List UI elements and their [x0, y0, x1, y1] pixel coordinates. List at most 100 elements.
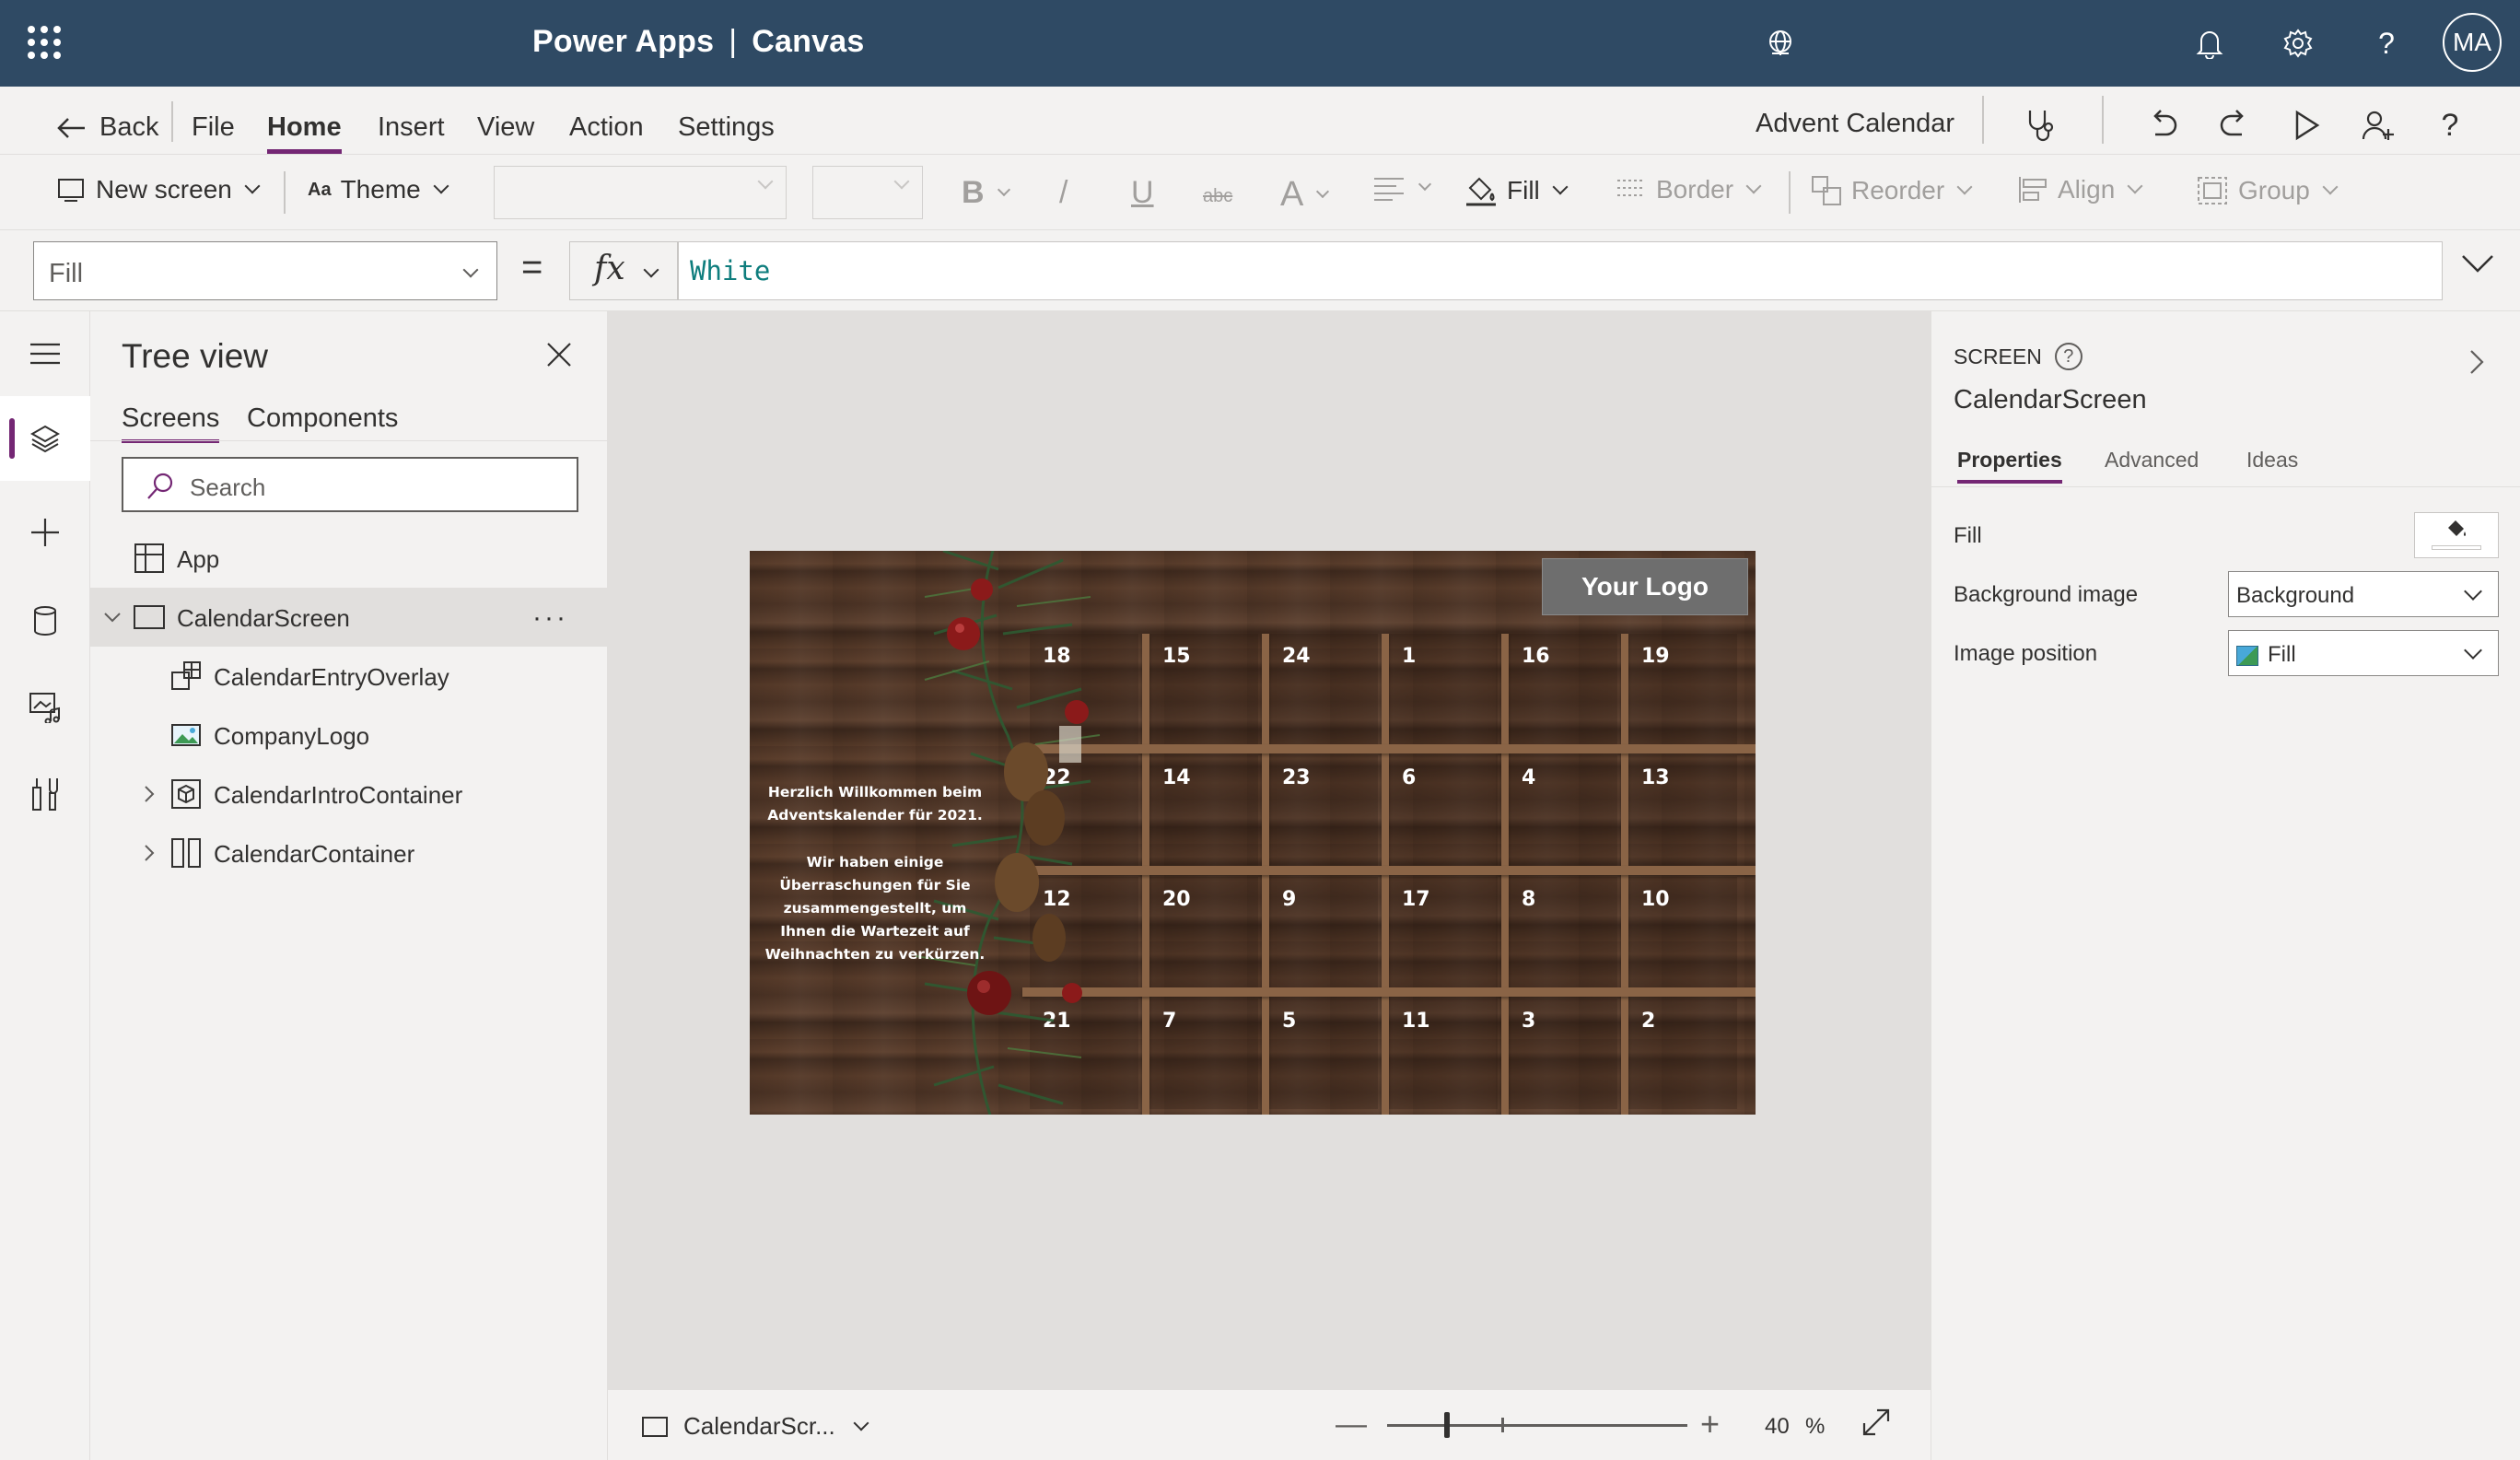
- new-screen-button[interactable]: New screen: [57, 175, 261, 204]
- calendar-door[interactable]: 4: [1509, 755, 1617, 866]
- zoom-out-button[interactable]: —: [1336, 1407, 1367, 1442]
- media-icon[interactable]: [0, 665, 90, 750]
- calendar-door[interactable]: 5: [1269, 999, 1378, 1109]
- zoom-slider-track[interactable]: [1387, 1424, 1687, 1427]
- more-options-icon[interactable]: ···: [532, 602, 568, 634]
- tree-node-calendarintrocontainer[interactable]: CalendarIntroContainer: [90, 765, 608, 823]
- tree-view-layers-icon[interactable]: [0, 396, 90, 481]
- tab-screens[interactable]: Screens: [122, 403, 220, 443]
- back-button[interactable]: Back: [55, 112, 158, 143]
- tab-components[interactable]: Components: [247, 403, 398, 434]
- calendar-door[interactable]: 16: [1509, 634, 1617, 744]
- expand-formula-icon[interactable]: [2459, 252, 2503, 289]
- control-name[interactable]: CalendarScreen: [1954, 385, 2147, 415]
- tab-advanced[interactable]: Advanced: [2105, 448, 2199, 473]
- font-family-select[interactable]: [494, 166, 787, 219]
- calendar-door[interactable]: 23: [1269, 755, 1378, 866]
- help-icon[interactable]: ?: [2363, 20, 2409, 66]
- fit-to-window-icon[interactable]: [1861, 1407, 1897, 1443]
- help-icon[interactable]: ?: [2426, 101, 2474, 149]
- calendar-door[interactable]: 14: [1149, 755, 1258, 866]
- menu-settings[interactable]: Settings: [678, 112, 775, 143]
- environment-globe-icon[interactable]: [1757, 20, 1803, 66]
- fx-button[interactable]: fx: [569, 241, 678, 300]
- menu-view[interactable]: View: [477, 112, 534, 143]
- reorder-button[interactable]: Reorder: [1811, 175, 1973, 206]
- insert-plus-icon[interactable]: [0, 490, 90, 575]
- calendar-door[interactable]: 19: [1628, 634, 1737, 744]
- company-logo[interactable]: Your Logo: [1542, 558, 1748, 615]
- canvas-area[interactable]: 18 15 24 1 16 19 22 14 23 6 4 13 12 20 9 17 8 10 21 7 5 11 3 2: [608, 311, 1931, 1389]
- align-icon: [2019, 177, 2047, 203]
- menu-insert[interactable]: Insert: [378, 112, 445, 143]
- hamburger-menu-icon[interactable]: [0, 311, 90, 396]
- underline-button[interactable]: U: [1131, 175, 1154, 211]
- zoom-value[interactable]: 40: [1765, 1414, 1790, 1440]
- tab-ideas[interactable]: Ideas: [2246, 448, 2298, 473]
- calendar-screen-preview[interactable]: 18 15 24 1 16 19 22 14 23 6 4 13 12 20 9 17 8 10 21 7 5 11 3 2: [750, 551, 1756, 1115]
- calendar-door[interactable]: 24: [1269, 634, 1378, 744]
- formula-input[interactable]: White: [678, 241, 2443, 300]
- preview-play-icon[interactable]: [2282, 101, 2330, 149]
- tree-node-companylogo[interactable]: CompanyLogo: [90, 706, 608, 765]
- calendar-door[interactable]: 8: [1509, 877, 1617, 987]
- undo-icon[interactable]: [2139, 101, 2187, 149]
- tree-node-app[interactable]: App: [90, 529, 608, 588]
- background-image-select[interactable]: Background: [2228, 571, 2499, 617]
- property-select[interactable]: Fill: [33, 241, 497, 300]
- menu-action[interactable]: Action: [569, 112, 644, 143]
- strikethrough-button[interactable]: abc: [1203, 186, 1232, 207]
- app-launcher-icon[interactable]: [28, 26, 61, 59]
- font-size-button[interactable]: A: [1280, 175, 1330, 215]
- theme-button[interactable]: Aa Theme: [308, 175, 449, 204]
- group-button[interactable]: Group: [2196, 175, 2339, 206]
- italic-button[interactable]: /: [1059, 175, 1068, 211]
- menu-file[interactable]: File: [192, 112, 235, 143]
- tree-node-calendarentryoverlay[interactable]: CalendarEntryOverlay: [90, 647, 608, 706]
- calendar-door[interactable]: 6: [1389, 755, 1498, 866]
- font-size-select[interactable]: [812, 166, 923, 219]
- calendar-door[interactable]: 10: [1628, 877, 1737, 987]
- zoom-in-button[interactable]: +: [1700, 1405, 1720, 1443]
- redo-icon[interactable]: [2211, 101, 2258, 149]
- calendar-door[interactable]: 7: [1149, 999, 1258, 1109]
- close-icon[interactable]: [545, 341, 582, 378]
- calendar-door[interactable]: 9: [1269, 877, 1378, 987]
- chevron-down-icon[interactable]: [101, 606, 123, 628]
- chevron-right-icon[interactable]: [138, 842, 160, 864]
- text-align-button[interactable]: [1372, 175, 1432, 201]
- settings-icon[interactable]: [2275, 20, 2321, 66]
- screen-selector[interactable]: CalendarScr...: [641, 1412, 869, 1441]
- menu-home[interactable]: Home: [267, 112, 342, 154]
- calendar-door[interactable]: 3: [1509, 999, 1617, 1109]
- border-button[interactable]: Border: [1616, 175, 1762, 204]
- chevron-right-icon[interactable]: [2466, 348, 2493, 376]
- calendar-door[interactable]: 17: [1389, 877, 1498, 987]
- calendar-door-number: 9: [1282, 888, 1297, 911]
- fill-button[interactable]: Fill: [1464, 175, 1569, 206]
- properties-type: SCREEN ?: [1954, 343, 2082, 370]
- share-icon[interactable]: [2354, 101, 2402, 149]
- notifications-icon[interactable]: [2187, 20, 2233, 66]
- tree-node-calendarscreen[interactable]: CalendarScreen ···: [90, 588, 608, 647]
- user-avatar[interactable]: MA: [2443, 13, 2502, 72]
- search-input[interactable]: Search: [122, 457, 578, 512]
- bold-button[interactable]: B: [962, 175, 1010, 211]
- tab-properties[interactable]: Properties: [1957, 448, 2062, 484]
- app-checker-icon[interactable]: [2017, 101, 2065, 149]
- calendar-door[interactable]: 2: [1628, 999, 1737, 1109]
- advanced-tools-icon[interactable]: [0, 752, 90, 836]
- help-icon[interactable]: ?: [2054, 343, 2082, 370]
- image-position-select[interactable]: Fill: [2228, 630, 2499, 676]
- calendar-door[interactable]: 20: [1149, 877, 1258, 987]
- align-button[interactable]: Align: [2017, 175, 2143, 204]
- tree-node-calendarcontainer[interactable]: CalendarContainer: [90, 823, 608, 882]
- zoom-slider-thumb[interactable]: [1444, 1412, 1450, 1438]
- data-cylinder-icon[interactable]: [0, 578, 90, 663]
- calendar-door[interactable]: 11: [1389, 999, 1498, 1109]
- calendar-door[interactable]: 13: [1628, 755, 1737, 866]
- chevron-right-icon[interactable]: [138, 783, 160, 805]
- calendar-door[interactable]: 1: [1389, 634, 1498, 744]
- calendar-door[interactable]: 15: [1149, 634, 1258, 744]
- fill-color-picker[interactable]: [2414, 512, 2499, 558]
